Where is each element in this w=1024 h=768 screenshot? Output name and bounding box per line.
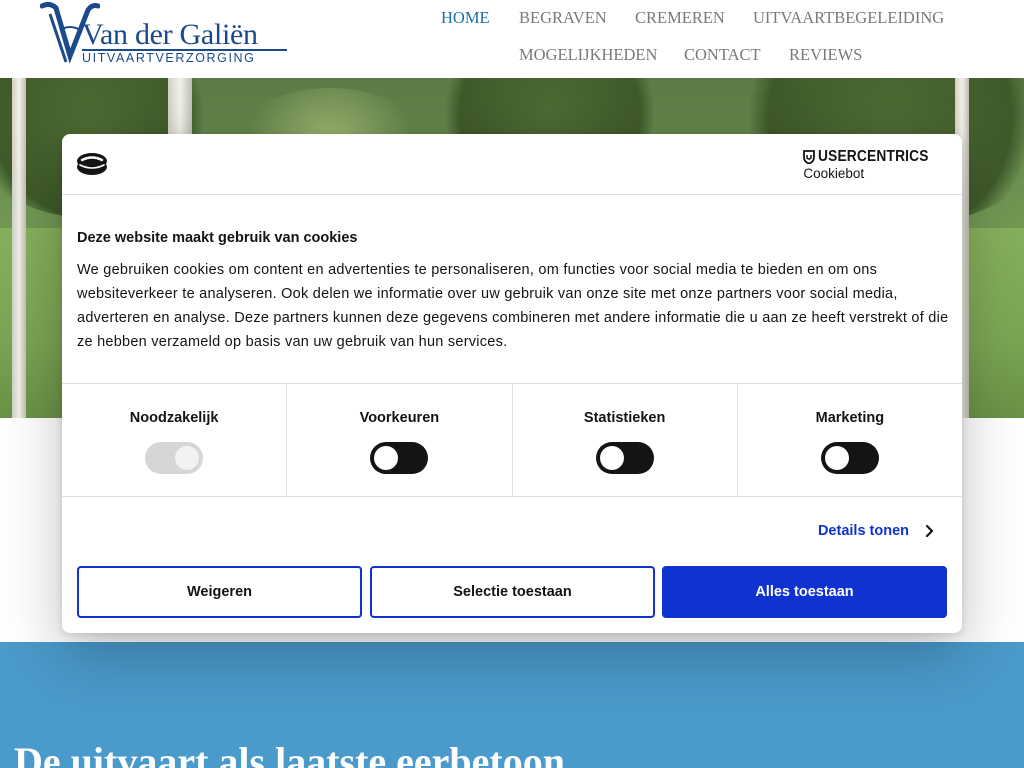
- allow-all-button[interactable]: Alles toestaan: [662, 566, 947, 618]
- nav-cremeren[interactable]: CREMEREN: [635, 8, 725, 28]
- site-logo[interactable]: Van der Galiën UITVAARTVERZORGING: [40, 0, 287, 70]
- intro-heading: De uitvaart als laatste eerbetoon: [14, 739, 565, 768]
- toggle-voorkeuren[interactable]: [370, 442, 429, 474]
- nav-contact[interactable]: CONTACT: [684, 45, 761, 65]
- cookie-dialog-title: Deze website maakt gebruik van cookies: [77, 230, 358, 246]
- nav-reviews[interactable]: REVIEWS: [789, 45, 862, 65]
- logo-name: Van der Galiën: [82, 18, 258, 51]
- cookiebot-logo-icon: [77, 153, 107, 175]
- toggle-noodzakelijk: [145, 442, 204, 474]
- category-voorkeuren: Voorkeuren: [287, 384, 513, 496]
- details-toggle-link[interactable]: Details tonen: [818, 523, 934, 539]
- category-label: Voorkeuren: [359, 410, 440, 426]
- nav-uitvaartbegeleiding[interactable]: UITVAARTBEGELEIDING: [753, 8, 944, 28]
- toggle-marketing[interactable]: [820, 442, 879, 474]
- category-statistieken: Statistieken: [513, 384, 738, 496]
- category-marketing: Marketing: [738, 384, 962, 496]
- cookie-consent-dialog: USERCENTRICS Cookiebot Deze website maak…: [62, 134, 962, 633]
- nav-mogelijkheden[interactable]: MOGELIJKHEDEN: [519, 45, 657, 65]
- category-label: Noodzakelijk: [129, 410, 219, 426]
- shield-icon: [803, 150, 816, 164]
- nav-begraven[interactable]: BEGRAVEN: [519, 8, 607, 28]
- category-noodzakelijk: Noodzakelijk: [62, 384, 288, 496]
- allow-selection-button[interactable]: Selectie toestaan: [370, 566, 655, 618]
- usercentrics-brand[interactable]: USERCENTRICS Cookiebot: [803, 148, 947, 181]
- toggle-statistieken[interactable]: [595, 442, 654, 474]
- cookie-dialog-text: We gebruiken cookies om content en adver…: [77, 262, 949, 350]
- site-header: Van der Galiën UITVAARTVERZORGING HOME B…: [0, 0, 1024, 78]
- cookie-categories: Noodzakelijk Voorkeuren Statistieken Mar…: [62, 383, 962, 497]
- cookie-dialog-header: USERCENTRICS Cookiebot: [62, 134, 962, 195]
- category-label: Marketing: [815, 410, 885, 426]
- usercentrics-name: USERCENTRICS: [818, 148, 929, 165]
- logo-subtitle: UITVAARTVERZORGING: [82, 51, 256, 65]
- deny-button[interactable]: Weigeren: [77, 566, 362, 618]
- category-label: Statistieken: [583, 410, 666, 426]
- nav-home[interactable]: HOME: [441, 8, 490, 28]
- cookiebot-name: Cookiebot: [803, 166, 865, 181]
- chevron-right-icon: [925, 524, 934, 538]
- details-label: Details tonen: [817, 523, 909, 539]
